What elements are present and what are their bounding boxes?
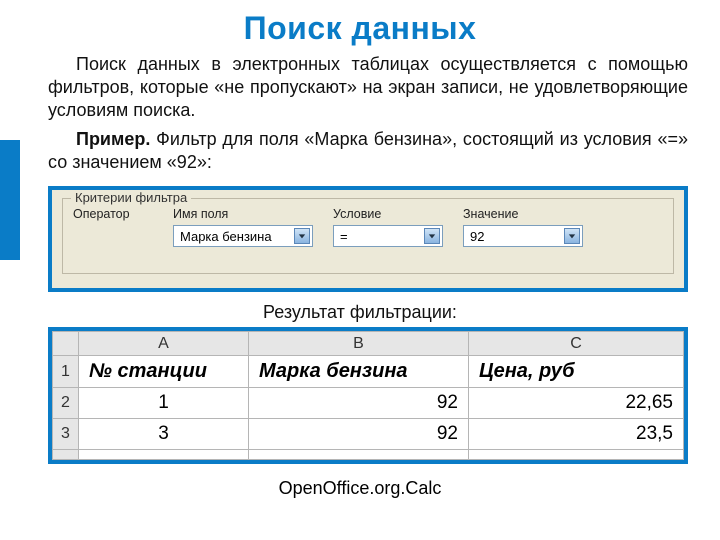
row-header[interactable]: 1 bbox=[53, 356, 79, 388]
row-header[interactable]: 3 bbox=[53, 419, 79, 450]
cell[interactable]: 22,65 bbox=[469, 388, 684, 419]
filter-dialog: Критерии фильтра Оператор Имя поля Марка… bbox=[48, 186, 688, 292]
value-value: 92 bbox=[470, 229, 484, 244]
condition-label: Условие bbox=[333, 207, 443, 221]
cell[interactable]: 3 bbox=[79, 419, 249, 450]
value-combobox[interactable]: 92 bbox=[463, 225, 583, 247]
cell[interactable]: 92 bbox=[249, 419, 469, 450]
column-header-B[interactable]: B bbox=[249, 332, 469, 356]
field-combobox[interactable]: Марка бензина bbox=[173, 225, 313, 247]
table-row: 3 3 92 23,5 bbox=[53, 419, 684, 450]
chevron-down-icon bbox=[424, 228, 440, 244]
filter-group: Критерии фильтра Оператор Имя поля Марка… bbox=[62, 198, 674, 274]
cell[interactable] bbox=[79, 450, 249, 460]
filter-col-field: Имя поля Марка бензина bbox=[173, 207, 313, 247]
body-text: Поиск данных в электронных таблицах осущ… bbox=[0, 53, 720, 174]
table-row: 1 № станции Марка бензина Цена, руб bbox=[53, 356, 684, 388]
result-label: Результат фильтрации: bbox=[0, 302, 720, 323]
cell[interactable]: Цена, руб bbox=[469, 356, 684, 388]
value-label: Значение bbox=[463, 207, 583, 221]
field-value: Марка бензина bbox=[180, 229, 272, 244]
condition-value: = bbox=[340, 229, 348, 244]
column-header-C[interactable]: C bbox=[469, 332, 684, 356]
cell[interactable]: № станции bbox=[79, 356, 249, 388]
condition-combobox[interactable]: = bbox=[333, 225, 443, 247]
cell[interactable]: 92 bbox=[249, 388, 469, 419]
column-header-row: A B C bbox=[53, 332, 684, 356]
filter-group-legend: Критерии фильтра bbox=[71, 190, 191, 205]
cell[interactable]: 23,5 bbox=[469, 419, 684, 450]
spreadsheet: A B C 1 № станции Марка бензина Цена, ру… bbox=[48, 327, 688, 464]
app-name-label: OpenOffice.org.Calc bbox=[0, 478, 720, 499]
column-header-A[interactable]: A bbox=[79, 332, 249, 356]
cell[interactable]: 1 bbox=[79, 388, 249, 419]
paragraph-1: Поиск данных в электронных таблицах осущ… bbox=[48, 53, 688, 122]
field-label: Имя поля bbox=[173, 207, 313, 221]
cell[interactable] bbox=[469, 450, 684, 460]
filter-col-operator: Оператор bbox=[73, 207, 153, 221]
row-header[interactable]: 2 bbox=[53, 388, 79, 419]
chevron-down-icon bbox=[294, 228, 310, 244]
filter-col-condition: Условие = bbox=[333, 207, 443, 247]
filter-col-value: Значение 92 bbox=[463, 207, 583, 247]
cell[interactable]: Марка бензина bbox=[249, 356, 469, 388]
table-row-cut bbox=[53, 450, 684, 460]
table-row: 2 1 92 22,65 bbox=[53, 388, 684, 419]
cell[interactable] bbox=[249, 450, 469, 460]
side-accent bbox=[0, 140, 20, 260]
corner-cell[interactable] bbox=[53, 332, 79, 356]
paragraph-2: Пример. Фильтр для поля «Марка бензина»,… bbox=[48, 128, 688, 174]
chevron-down-icon bbox=[564, 228, 580, 244]
row-header[interactable] bbox=[53, 450, 79, 460]
page-title: Поиск данных bbox=[0, 0, 720, 53]
example-label: Пример. bbox=[76, 129, 150, 149]
operator-label: Оператор bbox=[73, 207, 153, 221]
spreadsheet-table: A B C 1 № станции Марка бензина Цена, ру… bbox=[52, 331, 684, 460]
